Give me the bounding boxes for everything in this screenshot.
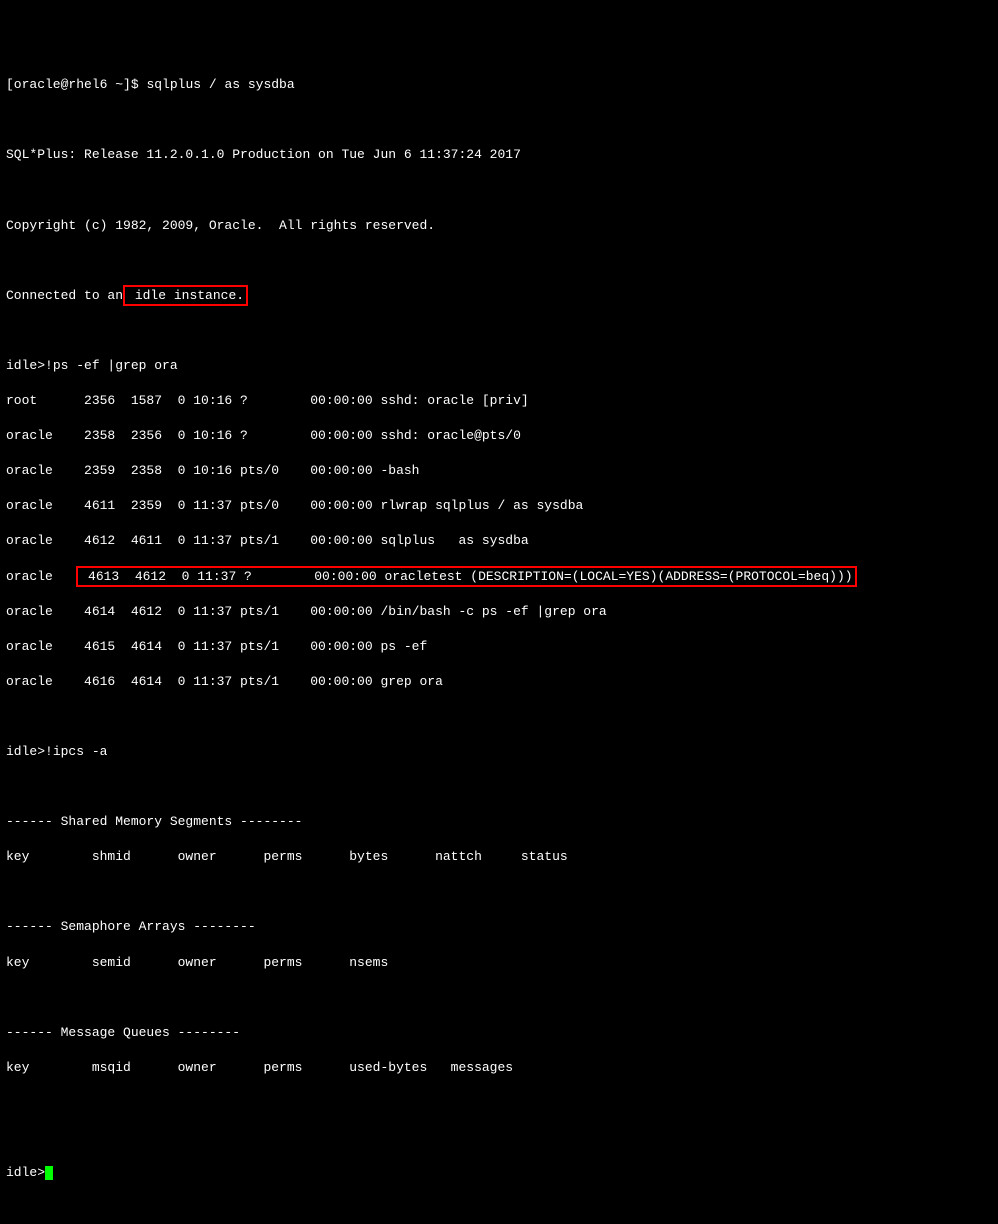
idle-prompt: idle> xyxy=(6,1165,45,1180)
idle-prompt-line: idle>!ps -ef |grep ora xyxy=(6,357,992,375)
blank-line xyxy=(6,883,992,901)
shell-command: sqlplus / as sysdba xyxy=(146,77,294,92)
shell-prompt-line: [oracle@rhel6 ~]$ sqlplus / as sysdba xyxy=(6,76,992,94)
ps-row: oracle 4611 2359 0 11:37 pts/0 00:00:00 … xyxy=(6,497,992,515)
blank-line xyxy=(6,1094,992,1112)
ps-row: oracle 2358 2356 0 10:16 ? 00:00:00 sshd… xyxy=(6,427,992,445)
sem-columns: key semid owner perms nsems xyxy=(6,954,992,972)
msg-columns: key msqid owner perms used-bytes message… xyxy=(6,1059,992,1077)
shm-columns: key shmid owner perms bytes nattch statu… xyxy=(6,848,992,866)
blank-line xyxy=(6,778,992,796)
idle-instance-highlight: idle instance. xyxy=(123,285,248,307)
ps-row: root 2356 1587 0 10:16 ? 00:00:00 sshd: … xyxy=(6,392,992,410)
connected-prefix: Connected to an xyxy=(6,288,123,303)
ps-row: oracle 2359 2358 0 10:16 pts/0 00:00:00 … xyxy=(6,462,992,480)
msg-header: ------ Message Queues -------- xyxy=(6,1024,992,1042)
idle-prompt: idle> xyxy=(6,744,45,759)
ps-row: oracle 4612 4611 0 11:37 pts/1 00:00:00 … xyxy=(6,532,992,550)
oracle-process-highlight: 4613 4612 0 11:37 ? 00:00:00 oracletest … xyxy=(76,566,856,588)
blank-line xyxy=(6,1129,992,1147)
idle-prompt: idle> xyxy=(6,358,45,373)
ps-row: oracle 4616 4614 0 11:37 pts/1 00:00:00 … xyxy=(6,673,992,691)
ps-row: oracle 4615 4614 0 11:37 pts/1 00:00:00 … xyxy=(6,638,992,656)
blank-line xyxy=(6,322,992,340)
sem-header: ------ Semaphore Arrays -------- xyxy=(6,918,992,936)
ps-command: !ps -ef |grep ora xyxy=(45,358,178,373)
cursor-icon xyxy=(45,1166,53,1180)
connected-line: Connected to an idle instance. xyxy=(6,287,992,305)
blank-line xyxy=(6,989,992,1007)
shell-prompt: [oracle@rhel6 ~]$ xyxy=(6,77,146,92)
blank-line xyxy=(6,181,992,199)
ipcs-command: !ipcs -a xyxy=(45,744,107,759)
blank-line xyxy=(6,252,992,270)
sqlplus-banner: SQL*Plus: Release 11.2.0.1.0 Production … xyxy=(6,146,992,164)
ps-row-highlighted: oracle 4613 4612 0 11:37 ? 00:00:00 orac… xyxy=(6,568,992,586)
blank-line xyxy=(6,111,992,129)
ps-row: oracle 4614 4612 0 11:37 pts/1 00:00:00 … xyxy=(6,603,992,621)
copyright-line: Copyright (c) 1982, 2009, Oracle. All ri… xyxy=(6,217,992,235)
ps-row-prefix: oracle xyxy=(6,569,76,584)
idle-prompt-cursor-line[interactable]: idle> xyxy=(6,1164,992,1182)
idle-prompt-line: idle>!ipcs -a xyxy=(6,743,992,761)
blank-line xyxy=(6,708,992,726)
shm-header: ------ Shared Memory Segments -------- xyxy=(6,813,992,831)
